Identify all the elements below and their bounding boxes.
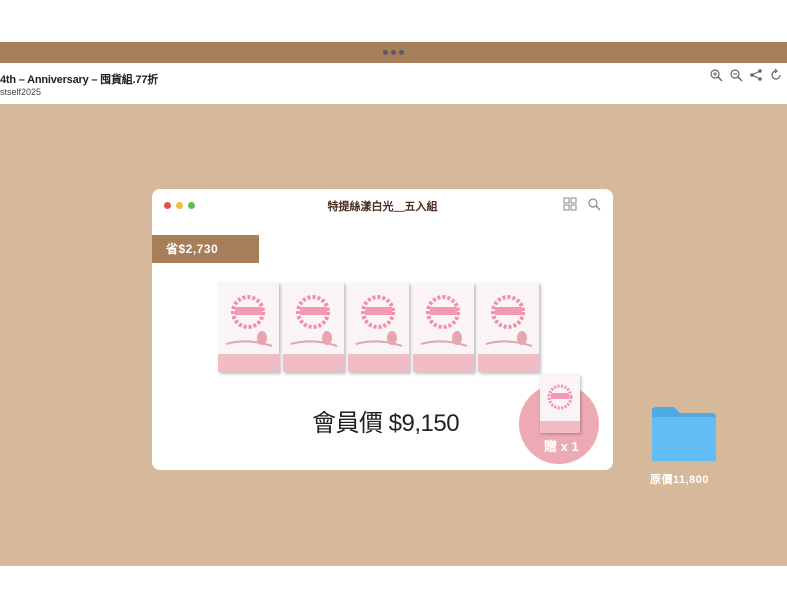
- product-book-image: [413, 282, 474, 372]
- document-title: 4th – Anniversary – 囤貨組.77折: [0, 74, 159, 86]
- gift-label: 贈 x 1: [544, 439, 579, 454]
- folder-icon[interactable]: [650, 405, 718, 463]
- search-icon[interactable]: [587, 197, 601, 211]
- viewer-header: 4th – Anniversary – 囤貨組.77折 stself2025: [0, 63, 787, 105]
- product-books: [218, 282, 539, 372]
- more-options-icon[interactable]: [383, 50, 404, 55]
- share-icon[interactable]: [749, 68, 763, 82]
- document-subtitle: stself2025: [0, 87, 42, 97]
- rotate-icon[interactable]: [769, 68, 783, 82]
- zoom-in-icon[interactable]: [709, 68, 723, 82]
- zoom-out-icon[interactable]: [729, 68, 743, 82]
- gift-book-image: [540, 375, 580, 433]
- product-book-image: [478, 282, 539, 372]
- window-title: 特提絲漾白光＿五入組: [327, 201, 438, 213]
- savings-tag: 省$2,730: [152, 235, 259, 263]
- product-window: 特提絲漾白光＿五入組 省$2,730 會員價 $9,150 贈 x 1: [152, 189, 613, 470]
- product-book-image: [218, 282, 279, 372]
- folder-label: 原價11,800: [650, 474, 710, 486]
- member-price: 會員價 $9,150: [312, 410, 460, 437]
- grid-icon[interactable]: [563, 197, 577, 211]
- product-book-image: [348, 282, 409, 372]
- product-book-image: [283, 282, 344, 372]
